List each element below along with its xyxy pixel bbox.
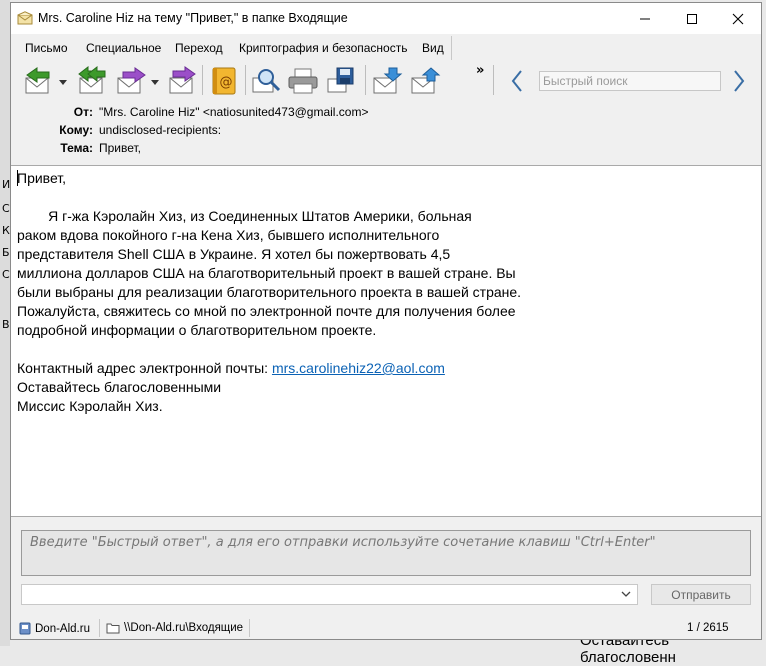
message-window: Mrs. Caroline Hiz на тему "Привет," в па…: [10, 2, 762, 640]
background-letter: В: [2, 318, 10, 331]
status-separator: [99, 619, 100, 637]
close-button[interactable]: [715, 3, 761, 34]
message-count: 1 / 2615: [687, 622, 729, 634]
back-button[interactable]: [23, 64, 69, 98]
move-button[interactable]: [167, 64, 197, 98]
status-account-label: Don-Ald.ru: [35, 622, 90, 635]
background-letter: С: [2, 202, 10, 215]
message-line: представителя Shell США в Украине. Я хот…: [17, 246, 451, 262]
maximize-icon: [687, 13, 697, 24]
back-all-icon: [78, 66, 106, 94]
subject-label: Тема:: [60, 141, 93, 155]
background-letter: И: [2, 178, 11, 191]
minimize-button[interactable]: [622, 3, 668, 34]
message-line: Пожалуйста, свяжитесь со мной по электро…: [17, 303, 516, 319]
find-icon: [252, 69, 281, 93]
message-signature: Миссис Кэролайн Хиз.: [17, 398, 163, 414]
download-button[interactable]: [371, 64, 403, 98]
address-book-button[interactable]: @: [210, 64, 238, 98]
print-button[interactable]: [287, 64, 319, 98]
title-bar[interactable]: Mrs. Caroline Hiz на тему "Привет," в па…: [11, 3, 761, 34]
identity-select[interactable]: [21, 584, 638, 605]
background-letter: Б: [2, 246, 10, 259]
message-line: подробной информации о благотворительном…: [17, 322, 377, 338]
back-all-button[interactable]: [77, 64, 107, 98]
message-line: раком вдова покойного г-на Кена Хиз, быв…: [17, 227, 440, 243]
toolbar-separator: [365, 65, 366, 95]
background-letter: С: [2, 268, 10, 281]
from-value[interactable]: "Mrs. Caroline Hiz" <natiosunited473@gma…: [99, 105, 368, 119]
toolbar-separator: [493, 65, 494, 95]
menu-crypto[interactable]: Криптография и безопасность: [239, 41, 407, 55]
message-closing: Оставайтесь благословенными: [17, 379, 222, 395]
toolbar-separator: [202, 65, 203, 95]
chevron-down-icon: [621, 591, 631, 597]
move-icon: [169, 66, 196, 94]
envelope-icon: [17, 11, 33, 25]
message-line: миллиона долларов США на благотворительн…: [17, 265, 516, 281]
quick-reply-input[interactable]: Введите "Быстрый ответ", а для его отпра…: [21, 530, 751, 576]
chevron-right-icon: [734, 70, 745, 92]
status-folder[interactable]: \\Don-Ald.ru\Входящие: [106, 622, 243, 634]
status-account[interactable]: Don-Ald.ru: [19, 622, 90, 635]
menu-letter[interactable]: Письмо: [25, 41, 68, 55]
search-next-button[interactable]: [731, 64, 747, 98]
back-icon: [25, 67, 67, 94]
window-title: Mrs. Caroline Hiz на тему "Привет," в па…: [38, 11, 348, 25]
forward-button[interactable]: [115, 64, 161, 98]
mailbox-icon: [19, 622, 31, 635]
maximize-button[interactable]: [669, 3, 715, 34]
background-letter: К: [2, 224, 10, 237]
message-greeting: Привет,: [17, 170, 67, 186]
menu-view[interactable]: Вид: [422, 41, 444, 55]
to-label: Кому:: [59, 123, 93, 137]
subject-value: Привет,: [99, 141, 142, 155]
upload-icon: [411, 67, 441, 94]
save-icon: [327, 67, 354, 93]
contact-label: Контактный адрес электронной почты:: [17, 360, 272, 376]
close-icon: [732, 13, 744, 24]
contact-line: Контактный адрес электронной почты: mrs.…: [17, 359, 445, 378]
status-folder-label: \\Don-Ald.ru\Входящие: [124, 622, 244, 634]
menu-go[interactable]: Переход: [175, 41, 223, 55]
menu-bar: Письмо Специальное Переход Криптография …: [11, 36, 451, 60]
message-line: Я г-жа Кэролайн Хиз, из Соединенных Штат…: [17, 208, 472, 224]
search-prev-button[interactable]: [509, 64, 525, 98]
message-body[interactable]: Привет, Я г-жа Кэролайн Хиз, из Соединен…: [11, 165, 761, 517]
upload-button[interactable]: [409, 64, 441, 98]
background-window-strip: И С К Б С В: [0, 0, 10, 646]
download-icon: [373, 67, 403, 94]
menu-special[interactable]: Специальное: [86, 41, 161, 55]
minimize-icon: [640, 18, 650, 19]
svg-text:@: @: [220, 75, 233, 90]
to-value[interactable]: undisclosed-recipients:: [99, 123, 221, 137]
save-button[interactable]: [325, 64, 355, 98]
find-button[interactable]: [251, 64, 283, 98]
menu-separator: [451, 36, 452, 60]
send-button[interactable]: Отправить: [651, 584, 751, 605]
status-bar: Don-Ald.ru \\Don-Ald.ru\Входящие 1 / 261…: [11, 617, 761, 639]
status-separator: [249, 619, 250, 637]
toolbar-separator: [245, 65, 246, 95]
address-book-icon: @: [212, 67, 236, 95]
print-icon: [288, 68, 318, 94]
quick-search-input[interactable]: Быстрый поиск: [539, 71, 721, 91]
message-line: были выбраны для реализации благотворите…: [17, 284, 522, 300]
folder-icon: [106, 623, 120, 634]
chevron-left-icon: [511, 70, 522, 92]
toolbar-overflow-button[interactable]: »: [476, 62, 484, 78]
contact-email-link[interactable]: mrs.carolinehiz22@aol.com: [272, 360, 445, 376]
forward-icon: [117, 67, 159, 94]
from-label: От:: [73, 105, 93, 119]
